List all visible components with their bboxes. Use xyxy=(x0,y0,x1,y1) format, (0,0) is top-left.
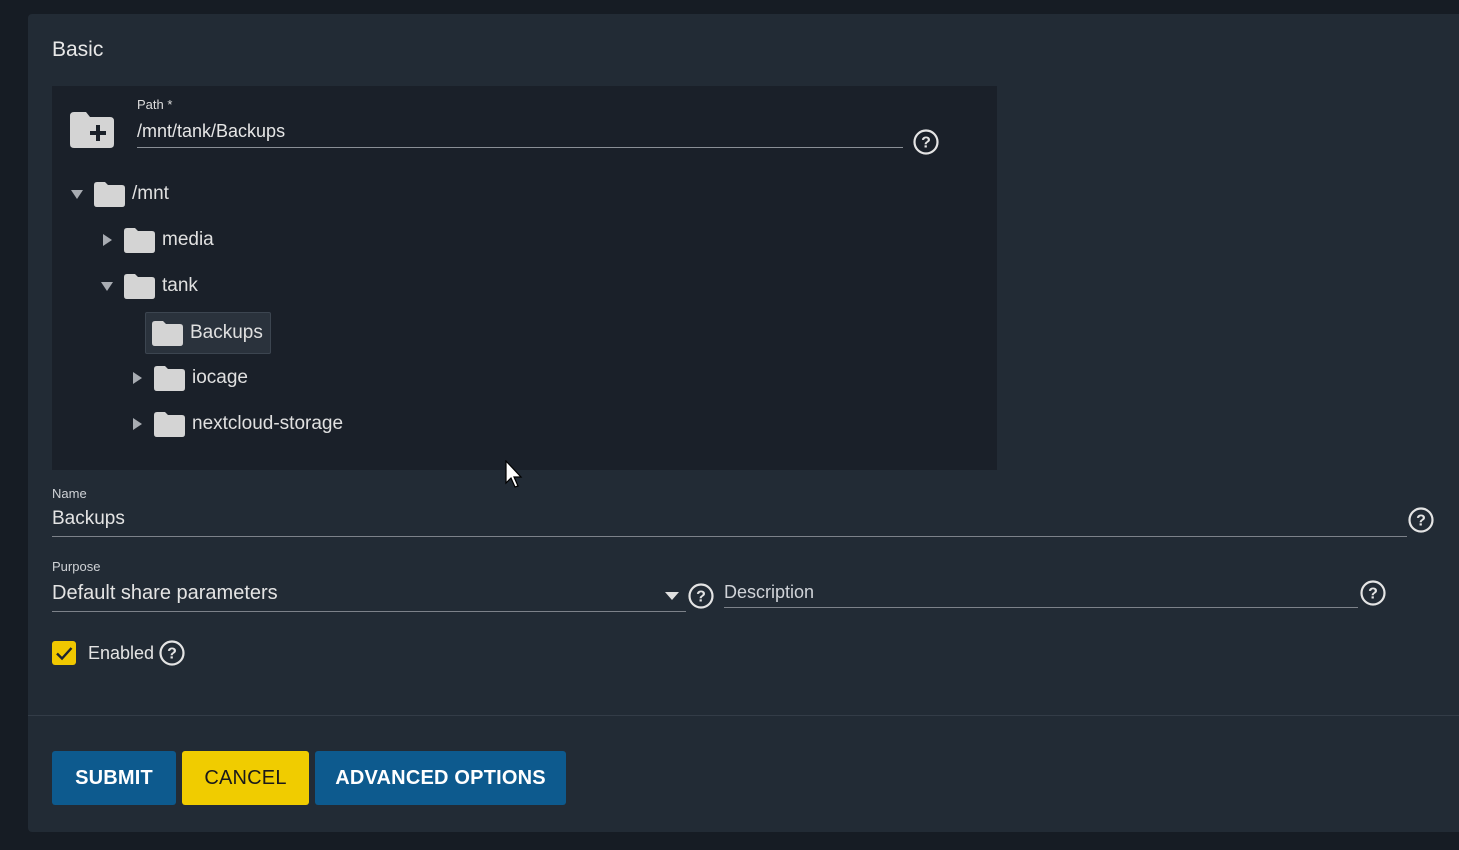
description-help-icon[interactable]: ? xyxy=(1359,579,1387,607)
folder-add-icon[interactable] xyxy=(68,110,116,150)
expand-arrow-icon[interactable] xyxy=(130,371,144,385)
enabled-checkbox[interactable] xyxy=(52,641,76,665)
description-input[interactable] xyxy=(724,578,1358,608)
path-label: Path * xyxy=(137,97,173,112)
svg-text:?: ? xyxy=(1416,513,1426,530)
svg-text:?: ? xyxy=(921,135,931,152)
name-help-icon[interactable]: ? xyxy=(1407,506,1435,534)
advanced-options-button[interactable]: ADVANCED OPTIONS xyxy=(315,751,566,805)
tree-node-tank[interactable]: tank xyxy=(100,266,198,306)
svg-text:?: ? xyxy=(696,589,706,606)
path-help-icon[interactable]: ? xyxy=(912,128,940,156)
folder-icon xyxy=(94,181,125,207)
folder-icon xyxy=(124,227,155,253)
tree-node-backups[interactable]: Backups xyxy=(145,312,271,354)
svg-text:?: ? xyxy=(1368,586,1378,603)
tree-label: /mnt xyxy=(132,183,169,204)
cancel-button[interactable]: CANCEL xyxy=(182,751,309,805)
folder-icon xyxy=(152,320,183,346)
mouse-cursor-icon xyxy=(505,459,525,490)
path-explorer: Path * ? /mnt media tank Backups xyxy=(52,86,997,470)
svg-text:?: ? xyxy=(167,646,177,663)
path-input[interactable] xyxy=(137,116,903,148)
collapse-arrow-icon[interactable] xyxy=(100,279,114,293)
name-label: Name xyxy=(52,486,87,501)
tree-label: Backups xyxy=(190,322,263,343)
tree-label: nextcloud-storage xyxy=(192,413,344,434)
tree-node-mnt[interactable]: /mnt xyxy=(70,174,169,214)
tree-node-media[interactable]: media xyxy=(100,220,214,260)
enabled-help-icon[interactable]: ? xyxy=(158,639,186,667)
divider xyxy=(28,715,1459,716)
section-title: Basic xyxy=(52,38,104,61)
purpose-label: Purpose xyxy=(52,559,101,574)
tree-node-iocage[interactable]: iocage xyxy=(130,358,248,398)
submit-button[interactable]: SUBMIT xyxy=(52,751,176,805)
tree-label: media xyxy=(162,229,214,250)
folder-icon xyxy=(124,273,155,299)
folder-icon xyxy=(154,365,185,391)
expand-arrow-icon[interactable] xyxy=(100,233,114,247)
collapse-arrow-icon[interactable] xyxy=(70,187,84,201)
tree-label: tank xyxy=(162,275,198,296)
expand-arrow-icon[interactable] xyxy=(130,417,144,431)
share-form-card: Basic Path * ? /mnt media xyxy=(28,14,1459,832)
enabled-label: Enabled xyxy=(88,643,155,663)
purpose-help-icon[interactable]: ? xyxy=(687,582,715,610)
checkmark-icon xyxy=(56,647,73,661)
dropdown-caret-icon[interactable] xyxy=(664,588,680,600)
tree-label: iocage xyxy=(192,367,248,388)
name-input[interactable]: Backups xyxy=(52,508,1407,537)
folder-icon xyxy=(154,411,185,437)
tree-node-nextcloud-storage[interactable]: nextcloud-storage xyxy=(130,404,343,444)
purpose-select[interactable]: Default share parameters xyxy=(52,582,686,612)
